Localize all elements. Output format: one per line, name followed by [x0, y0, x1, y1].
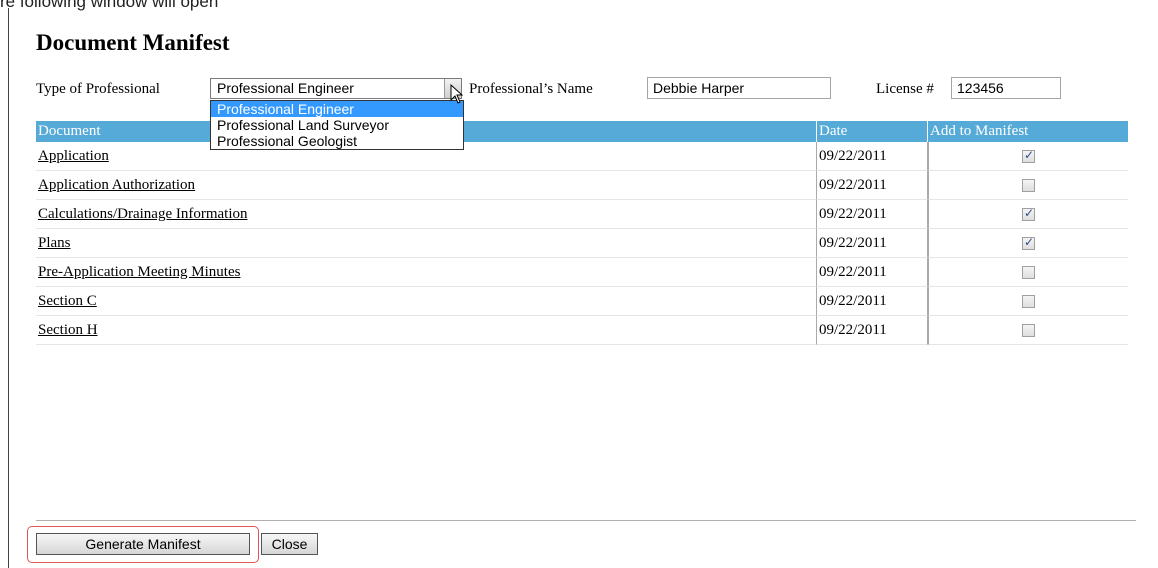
- document-cell: Calculations/Drainage Information: [36, 200, 816, 229]
- document-link[interactable]: Section H: [38, 322, 98, 338]
- date-cell: 09/22/2011: [816, 316, 928, 345]
- table-row: Application Authorization 09/22/2011: [36, 171, 1128, 200]
- add-to-manifest-cell: [928, 316, 1128, 345]
- dropdown-option-professional-geologist[interactable]: Professional Geologist: [211, 133, 463, 149]
- document-link[interactable]: Calculations/Drainage Information: [38, 206, 248, 222]
- document-cell: Section H: [36, 316, 816, 345]
- document-cell: Plans: [36, 229, 816, 258]
- document-link[interactable]: Plans: [38, 235, 71, 251]
- checkmark-icon: ✓: [1024, 234, 1035, 249]
- date-cell: 09/22/2011: [816, 171, 928, 200]
- document-cell: Section C: [36, 287, 816, 316]
- table-row: Section H 09/22/2011: [36, 316, 1128, 345]
- documents-table: Document Date Add to Manifest Applicatio…: [36, 121, 1128, 345]
- add-to-manifest-checkbox[interactable]: [1022, 265, 1035, 279]
- page-title: Document Manifest: [36, 30, 230, 55]
- checkmark-icon: ✓: [1024, 147, 1035, 162]
- table-row: Plans 09/22/2011 ✓: [36, 229, 1128, 258]
- add-to-manifest-cell: [928, 287, 1128, 316]
- add-to-manifest-checkbox[interactable]: [1022, 323, 1035, 337]
- footer-divider: [36, 520, 1136, 521]
- documents-table-body: Application 09/22/2011 ✓ Application Author…: [36, 142, 1128, 345]
- add-to-manifest-checkbox[interactable]: ✓: [1022, 234, 1035, 250]
- add-to-manifest-checkbox[interactable]: [1022, 294, 1035, 308]
- date-cell: 09/22/2011: [816, 229, 928, 258]
- close-button[interactable]: Close: [261, 533, 318, 555]
- document-link[interactable]: Application Authorization: [38, 177, 195, 193]
- add-to-manifest-checkbox[interactable]: ✓: [1022, 205, 1035, 221]
- dropdown-option-professional-land-surveyor[interactable]: Professional Land Surveyor: [211, 117, 463, 133]
- column-header-add-to-manifest: Add to Manifest: [928, 121, 1128, 142]
- professional-type-select[interactable]: Professional Engineer ▲: [210, 78, 462, 99]
- professional-type-selected-value: Professional Engineer: [217, 80, 354, 96]
- left-border: [8, 8, 9, 568]
- date-cell: 09/22/2011: [816, 258, 928, 287]
- add-to-manifest-cell: [928, 258, 1128, 287]
- professional-type-dropdown: Professional Engineer Professional Land …: [210, 100, 464, 150]
- add-to-manifest-checkbox[interactable]: ✓: [1022, 147, 1035, 163]
- mouse-cursor-icon: [450, 84, 464, 104]
- add-to-manifest-checkbox[interactable]: [1022, 178, 1035, 192]
- document-link[interactable]: Application: [38, 148, 109, 164]
- professional-name-input[interactable]: [647, 77, 831, 99]
- add-to-manifest-cell: ✓: [928, 200, 1128, 229]
- table-row: Section C 09/22/2011: [36, 287, 1128, 316]
- column-header-date: Date: [816, 121, 928, 142]
- table-row: Application 09/22/2011 ✓: [36, 142, 1128, 171]
- document-link[interactable]: Section C: [38, 293, 97, 309]
- license-label: License #: [876, 81, 934, 97]
- checkmark-icon: ✓: [1024, 205, 1035, 220]
- top-caption: re following window will open: [0, 0, 219, 11]
- type-of-professional-label: Type of Professional: [36, 81, 160, 97]
- date-cell: 09/22/2011: [816, 200, 928, 229]
- table-row: Pre-Application Meeting Minutes 09/22/201…: [36, 258, 1128, 287]
- professional-name-label: Professional’s Name: [469, 81, 593, 97]
- document-cell: Application Authorization: [36, 171, 816, 200]
- add-to-manifest-cell: ✓: [928, 229, 1128, 258]
- generate-manifest-button[interactable]: Generate Manifest: [36, 533, 250, 555]
- license-input[interactable]: [951, 77, 1061, 99]
- add-to-manifest-cell: [928, 171, 1128, 200]
- table-header-row: Document Date Add to Manifest: [36, 121, 1128, 142]
- table-row: Calculations/Drainage Information 09/22/2…: [36, 200, 1128, 229]
- dropdown-option-professional-engineer[interactable]: Professional Engineer: [211, 101, 463, 117]
- date-cell: 09/22/2011: [816, 287, 928, 316]
- add-to-manifest-cell: ✓: [928, 142, 1128, 171]
- document-cell: Pre-Application Meeting Minutes: [36, 258, 816, 287]
- document-link[interactable]: Pre-Application Meeting Minutes: [38, 264, 240, 280]
- date-cell: 09/22/2011: [816, 142, 928, 171]
- document-manifest-window: re following window will open Document M…: [0, 0, 1158, 568]
